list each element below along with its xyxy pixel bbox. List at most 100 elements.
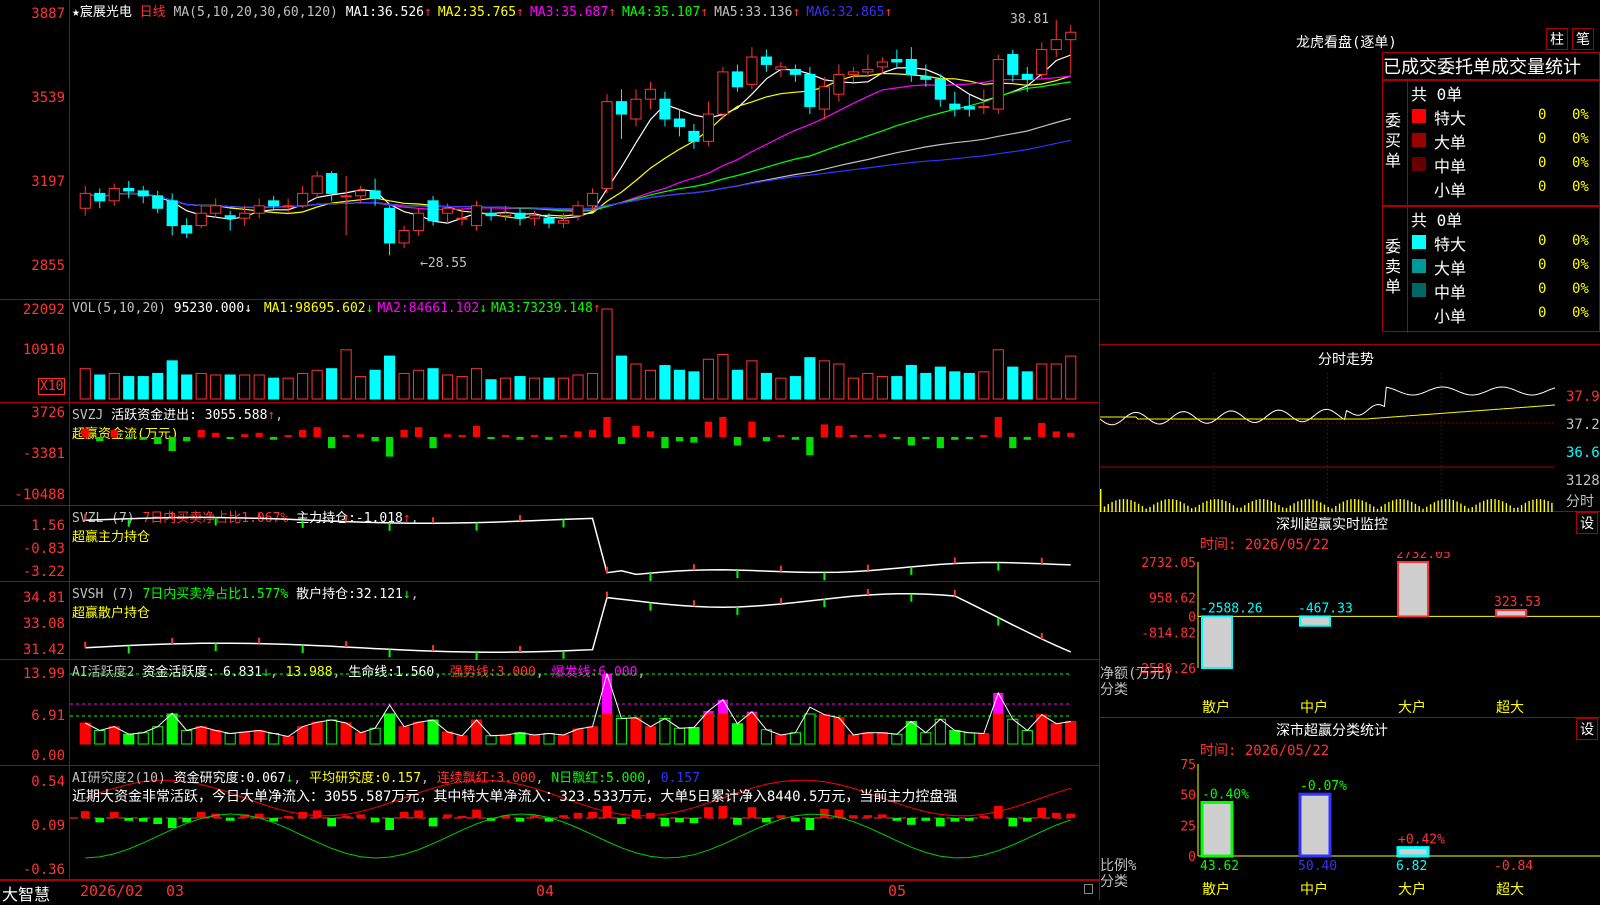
fund-flow-bar[interactable] [168, 437, 176, 451]
candle[interactable] [181, 218, 193, 239]
research-bar[interactable] [385, 818, 394, 830]
research-bar[interactable] [631, 809, 641, 818]
candle[interactable] [282, 198, 294, 214]
research-bar[interactable] [95, 818, 105, 823]
fund-flow-bar[interactable] [704, 421, 713, 437]
research-bar[interactable] [805, 818, 815, 830]
svsh-chart[interactable] [70, 582, 1100, 660]
volume-bar[interactable] [326, 368, 338, 400]
fund-flow-bar[interactable] [719, 417, 727, 437]
research-bar[interactable] [109, 812, 119, 818]
candle[interactable] [818, 76, 830, 120]
settings-button[interactable]: 设 [1576, 718, 1598, 740]
activity-bar[interactable] [181, 729, 193, 745]
candle[interactable] [398, 225, 410, 248]
fund-flow-bar[interactable] [675, 437, 684, 442]
volume-bar[interactable] [456, 376, 468, 400]
candle[interactable] [514, 208, 526, 226]
fund-flow-bar[interactable] [1067, 432, 1075, 437]
research-bar[interactable] [167, 818, 177, 828]
research-bar[interactable] [80, 811, 90, 818]
candle[interactable] [79, 185, 91, 216]
candle[interactable] [224, 210, 236, 231]
research-bar[interactable] [660, 818, 670, 827]
activity-bar[interactable] [949, 729, 961, 745]
svsh-pane[interactable]: 34.81 33.08 31.42 SVSH (7) 7日内买卖净占比1.577… [0, 582, 1100, 660]
activity-bar[interactable] [818, 714, 830, 745]
volume-bar[interactable] [905, 365, 917, 400]
volume-bar[interactable] [514, 376, 526, 400]
volume-bar[interactable] [775, 377, 787, 400]
fund-flow-bar[interactable] [183, 437, 191, 442]
svzl-chart[interactable] [70, 506, 1100, 582]
candle[interactable] [630, 89, 642, 127]
fund-flow-bar[interactable] [588, 430, 597, 437]
research-bar[interactable] [414, 810, 423, 818]
activity-bar[interactable] [586, 726, 599, 745]
research-bar[interactable] [863, 815, 873, 818]
activity-bar[interactable] [413, 721, 425, 745]
volume-bar[interactable] [673, 369, 686, 400]
volume-bar[interactable] [485, 379, 497, 400]
candle[interactable] [717, 66, 729, 120]
research-bar[interactable] [1022, 818, 1032, 822]
fund-flow-bar[interactable] [96, 437, 104, 442]
activity-bar[interactable] [384, 713, 396, 745]
activity-bar[interactable] [702, 710, 715, 745]
activity-bar[interactable] [862, 732, 874, 745]
fund-flow-bar[interactable] [893, 437, 901, 439]
research-bar[interactable] [704, 807, 713, 818]
activity-bar[interactable] [268, 732, 280, 745]
volume-bar[interactable] [311, 369, 323, 400]
activity-bar[interactable] [514, 732, 526, 745]
fund-flow-bar[interactable] [516, 437, 524, 440]
fund-flow-bar[interactable] [472, 425, 481, 437]
volume-bar[interactable] [746, 360, 758, 400]
volume-bar[interactable] [384, 355, 396, 400]
fund-flow-bar[interactable] [414, 427, 423, 437]
candle[interactable] [746, 47, 758, 90]
volume-bar[interactable] [369, 369, 381, 400]
candle[interactable] [673, 109, 686, 137]
research-bar[interactable] [399, 812, 409, 818]
fund-flow-bar[interactable] [690, 437, 698, 443]
candle[interactable] [427, 195, 439, 226]
tick-mode-button[interactable]: 笔 [1572, 28, 1594, 50]
tab-orders[interactable]: 委托单 [1437, 57, 1491, 78]
fund-flow-bar[interactable] [356, 434, 365, 437]
research-bar[interactable] [1051, 812, 1061, 818]
fund-flow-bar[interactable] [907, 437, 915, 446]
activity-bar[interactable] [543, 732, 555, 745]
candle[interactable] [804, 66, 816, 115]
fund-flow-bar[interactable] [299, 430, 307, 437]
volume-bar[interactable] [427, 368, 439, 400]
activity-bar[interactable] [644, 726, 657, 745]
fund-flow-bar[interactable] [458, 435, 466, 437]
fund-flow-bar[interactable] [748, 421, 756, 437]
activity-bar[interactable] [79, 722, 91, 745]
sz-class-panel[interactable]: 深市超赢分类统计 设 时间: 2026/05/22 75 50 25 0 比例% 分类 -0… [1100, 718, 1600, 900]
activity-bar[interactable] [789, 732, 801, 745]
ai-activity-chart[interactable] [70, 660, 1100, 766]
research-bar[interactable] [689, 818, 699, 824]
research-bar[interactable] [138, 818, 148, 822]
fund-flow-bar[interactable] [864, 435, 872, 437]
fund-flow-bar[interactable] [154, 437, 162, 444]
volume-bar[interactable] [934, 366, 946, 400]
research-bar[interactable] [733, 818, 742, 825]
volume-bar[interactable] [1021, 371, 1033, 400]
research-bar[interactable] [1037, 808, 1047, 818]
volume-bar[interactable] [963, 372, 975, 400]
volume-bar[interactable] [688, 371, 700, 400]
candle[interactable] [934, 74, 946, 107]
monitor-bar[interactable] [1299, 615, 1331, 627]
price-pane[interactable]: 3887 3539 3197 2855 ★宸展光电 日线 MA(5,10,20,… [0, 0, 1100, 300]
research-bar[interactable] [312, 810, 322, 818]
volume-bar[interactable] [1065, 355, 1077, 400]
candle[interactable] [1050, 19, 1062, 58]
candle[interactable] [268, 195, 280, 211]
fund-flow-bar[interactable] [212, 432, 220, 437]
research-bar[interactable] [791, 818, 800, 822]
activity-bar[interactable] [239, 731, 251, 745]
activity-bar[interactable] [369, 727, 381, 745]
